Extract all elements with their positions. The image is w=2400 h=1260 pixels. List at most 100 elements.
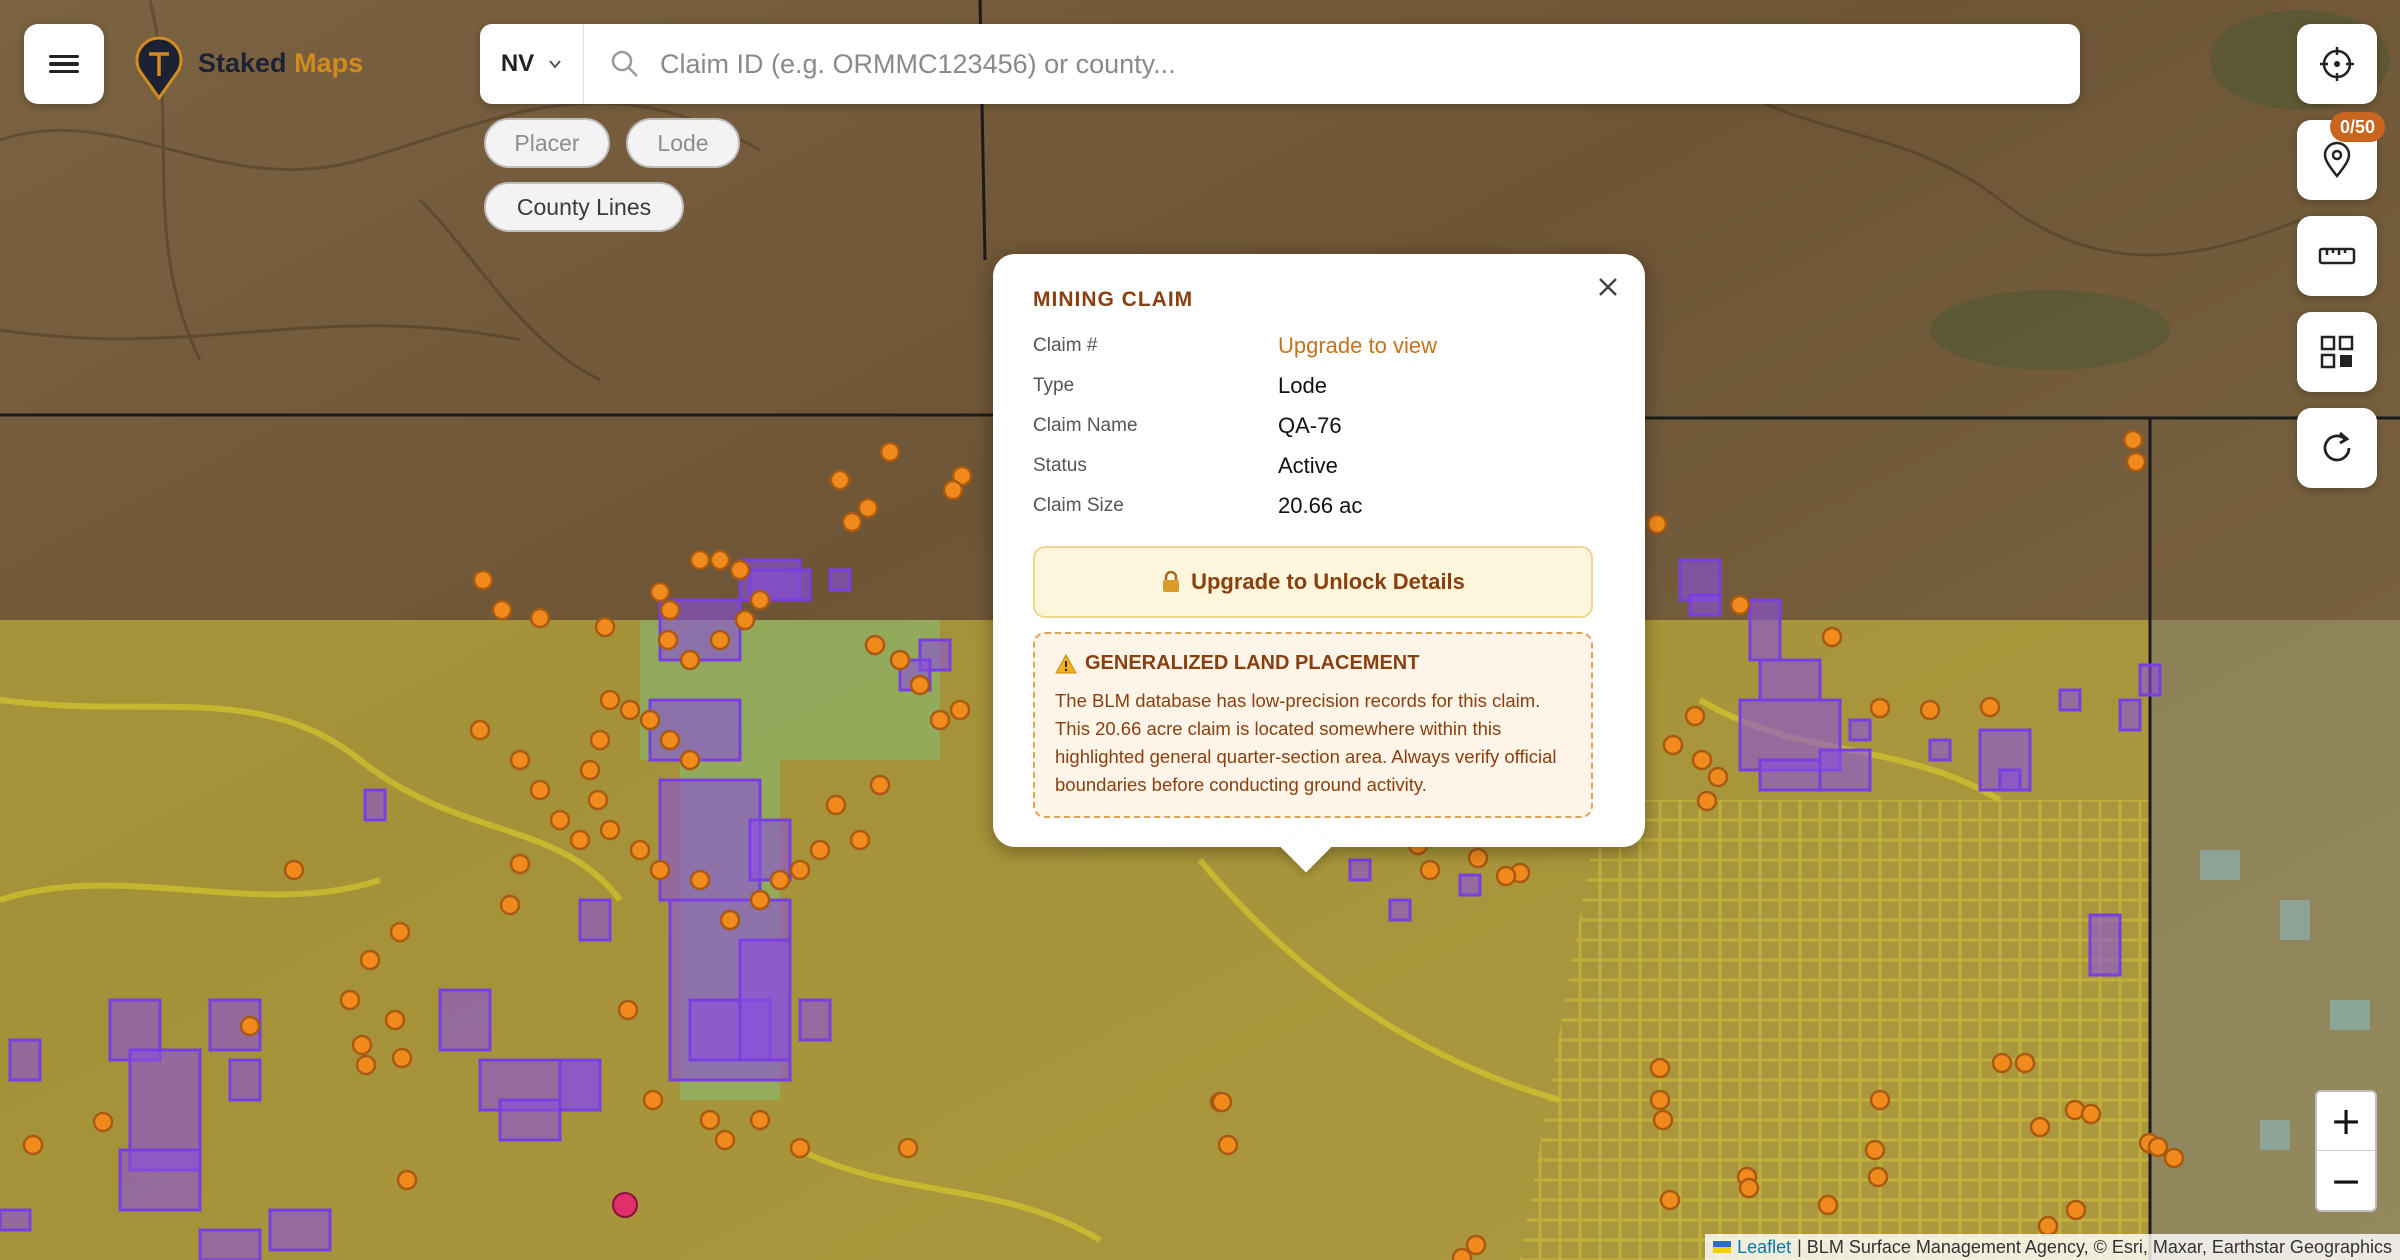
claim-marker[interactable]: [841, 511, 863, 533]
claim-marker[interactable]: [659, 729, 681, 751]
claim-polygon[interactable]: [268, 1208, 332, 1252]
claim-marker[interactable]: [389, 921, 411, 943]
close-icon[interactable]: [1593, 272, 1623, 302]
claim-polygon[interactable]: [558, 1058, 602, 1112]
claim-marker[interactable]: [22, 1134, 44, 1156]
claim-marker[interactable]: [649, 581, 671, 603]
claim-polygon[interactable]: [1688, 593, 1722, 617]
claim-marker[interactable]: [709, 629, 731, 651]
claim-marker[interactable]: [749, 1109, 771, 1131]
claim-marker[interactable]: [689, 869, 711, 891]
claim-marker[interactable]: [2029, 1116, 2051, 1138]
claim-marker[interactable]: [769, 869, 791, 891]
claim-marker[interactable]: [594, 616, 616, 638]
claim-marker[interactable]: [239, 1015, 261, 1037]
claim-marker[interactable]: [949, 699, 971, 721]
claim-marker[interactable]: [1684, 705, 1706, 727]
claim-marker[interactable]: [391, 1047, 413, 1069]
search-input[interactable]: [660, 48, 2040, 80]
claim-marker[interactable]: [909, 674, 931, 696]
claim-marker[interactable]: [472, 569, 494, 591]
claim-marker[interactable]: [549, 809, 571, 831]
claim-polygon[interactable]: [2088, 913, 2122, 977]
claim-marker[interactable]: [1495, 865, 1517, 887]
claim-marker[interactable]: [789, 859, 811, 881]
claim-polygon[interactable]: [8, 1038, 42, 1082]
claim-marker[interactable]: [1662, 734, 1684, 756]
claim-marker[interactable]: [789, 1137, 811, 1159]
claim-marker[interactable]: [1419, 859, 1441, 881]
claim-marker[interactable]: [2037, 1215, 2059, 1237]
claim-marker[interactable]: [639, 709, 661, 731]
claim-marker[interactable]: [1869, 1089, 1891, 1111]
claim-marker[interactable]: [2147, 1136, 2169, 1158]
claim-marker[interactable]: [599, 689, 621, 711]
claim-polygon[interactable]: [228, 1058, 262, 1102]
claim-polygon[interactable]: [2138, 663, 2162, 697]
claim-polygon[interactable]: [1458, 873, 1482, 897]
claim-marker[interactable]: [1867, 1166, 1889, 1188]
claim-polygon[interactable]: [1998, 768, 2022, 792]
claim-marker[interactable]: [857, 497, 879, 519]
claim-marker[interactable]: [825, 794, 847, 816]
state-select[interactable]: NV: [480, 24, 584, 104]
claim-polygon[interactable]: [828, 568, 852, 592]
claim-marker[interactable]: [714, 1129, 736, 1151]
claim-marker[interactable]: [1646, 513, 1668, 535]
claim-marker[interactable]: [942, 479, 964, 501]
claim-marker[interactable]: [629, 839, 651, 861]
claim-marker[interactable]: [396, 1169, 418, 1191]
claim-marker[interactable]: [2125, 451, 2147, 473]
claim-polygon[interactable]: [798, 998, 832, 1042]
claim-marker[interactable]: [869, 774, 891, 796]
claim-marker[interactable]: [809, 839, 831, 861]
brand-logo[interactable]: Staked Maps: [134, 36, 363, 100]
claim-marker[interactable]: [529, 607, 551, 629]
claim-polygon[interactable]: [498, 1098, 562, 1142]
claim-marker[interactable]: [619, 699, 641, 721]
claim-marker[interactable]: [579, 759, 601, 781]
claim-marker[interactable]: [642, 1089, 664, 1111]
claim-marker[interactable]: [1467, 847, 1489, 869]
claim-marker[interactable]: [749, 589, 771, 611]
claim-marker[interactable]: [749, 889, 771, 911]
claim-marker[interactable]: [1869, 697, 1891, 719]
claim-polygon[interactable]: [1758, 758, 1822, 792]
claim-marker[interactable]: [1707, 766, 1729, 788]
claim-polygon[interactable]: [363, 788, 387, 822]
claim-marker[interactable]: [1659, 1189, 1681, 1211]
claim-marker[interactable]: [2163, 1147, 2185, 1169]
claim-polygon[interactable]: [1818, 748, 1872, 792]
claim-marker[interactable]: [1649, 1089, 1671, 1111]
claim-marker[interactable]: [589, 729, 611, 751]
claim-marker[interactable]: [1652, 1109, 1674, 1131]
lode-filter-chip[interactable]: Lode: [626, 118, 740, 168]
menu-button[interactable]: [24, 24, 104, 104]
measure-button[interactable]: [2297, 216, 2377, 296]
claim-marker[interactable]: [384, 1009, 406, 1031]
claim-marker[interactable]: [1738, 1177, 1760, 1199]
claim-marker[interactable]: [649, 859, 671, 881]
claim-marker[interactable]: [879, 441, 901, 463]
claim-marker[interactable]: [1919, 699, 1941, 721]
claim-polygon[interactable]: [1348, 858, 1372, 882]
claim-marker[interactable]: [849, 829, 871, 851]
claim-marker[interactable]: [679, 749, 701, 771]
upgrade-to-view-link[interactable]: Upgrade to view: [1278, 326, 1437, 366]
claim-marker[interactable]: [569, 829, 591, 851]
claim-marker[interactable]: [509, 853, 531, 875]
locate-button[interactable]: [2297, 24, 2377, 104]
claim-marker[interactable]: [283, 859, 305, 881]
claim-polygon[interactable]: [118, 1148, 202, 1212]
claim-polygon[interactable]: [0, 1208, 32, 1232]
claim-marker[interactable]: [2080, 1103, 2102, 1125]
claim-marker[interactable]: [929, 709, 951, 731]
claim-marker[interactable]: [864, 634, 886, 656]
claim-marker[interactable]: [1979, 696, 2001, 718]
claim-polygon[interactable]: [1388, 898, 1412, 922]
claim-marker[interactable]: [734, 609, 756, 631]
claim-marker[interactable]: [2122, 429, 2144, 451]
leaflet-link[interactable]: Leaflet: [1737, 1237, 1791, 1258]
claim-polygon[interactable]: [198, 1228, 262, 1260]
claim-marker[interactable]: [92, 1111, 114, 1133]
